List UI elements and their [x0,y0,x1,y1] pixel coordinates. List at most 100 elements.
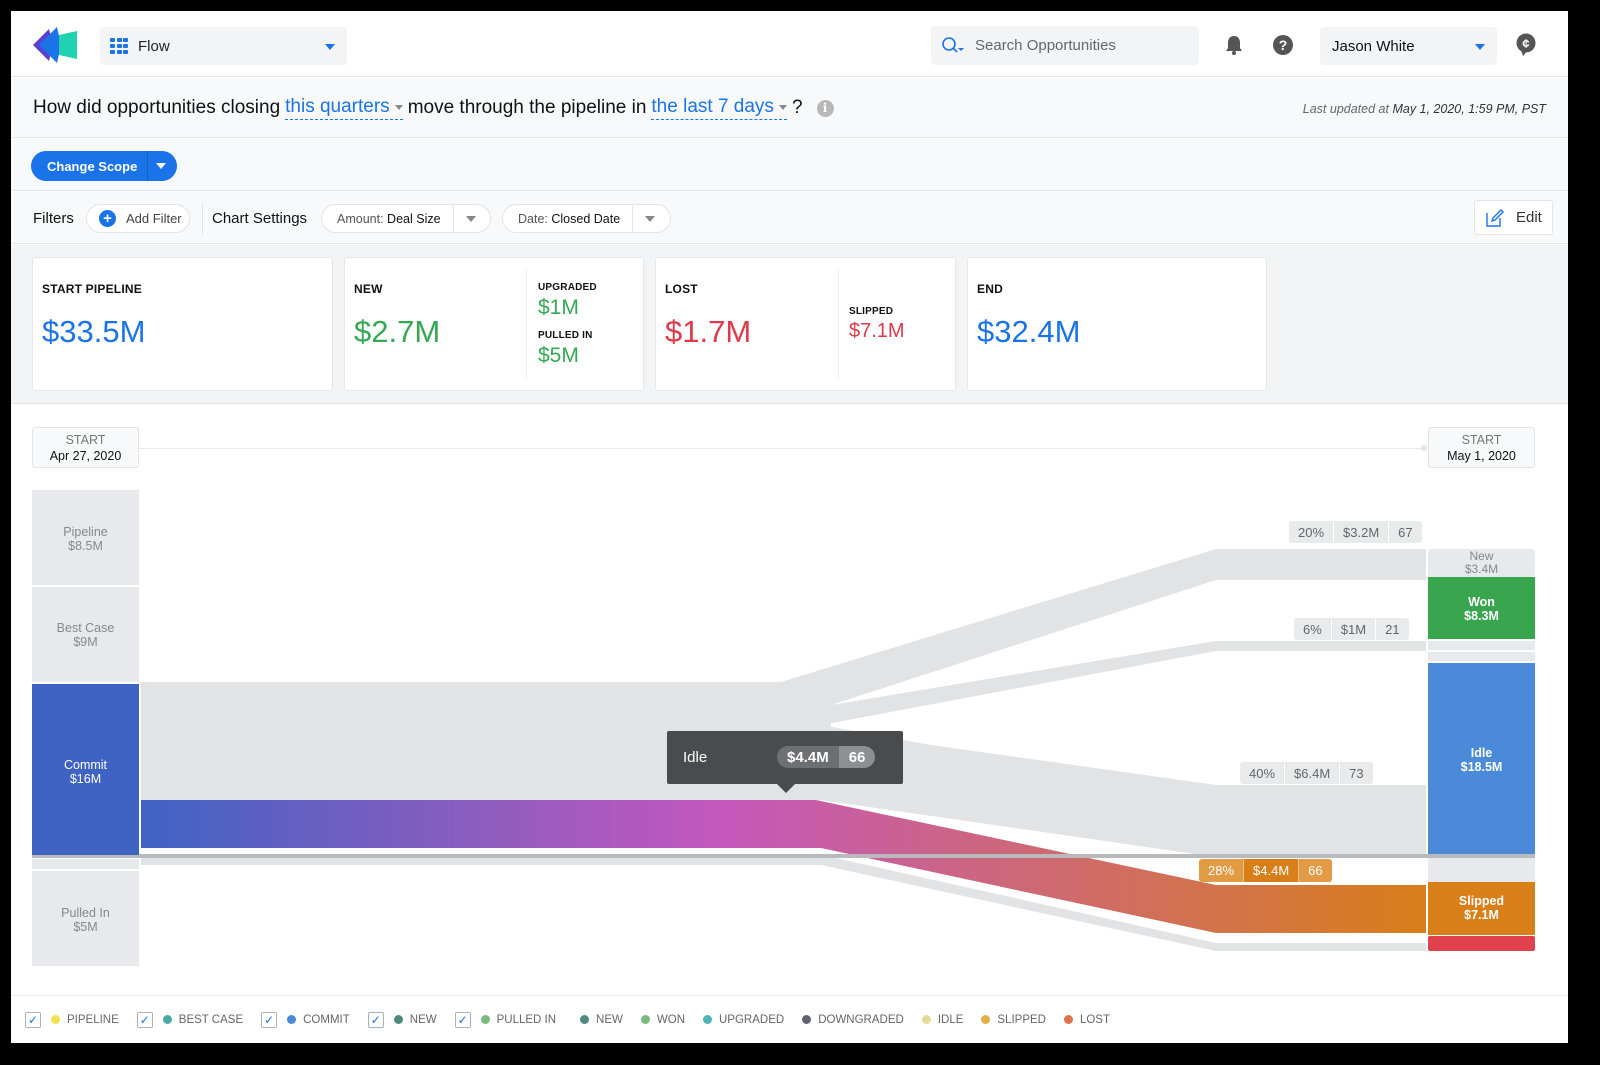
legend-checkbox[interactable]: ✓ [367,1011,384,1028]
card-start-pipeline[interactable]: START PIPELINE $33.5M [32,257,333,391]
legend-item-slipped[interactable]: SLIPPED [981,1014,1046,1026]
notifications-button[interactable] [1222,33,1246,57]
flow-badge-won[interactable]: 6% $1M 21 [1294,618,1409,640]
card-title: LOST [665,282,698,296]
tooltip-count: 66 [838,746,876,768]
divider [526,268,527,380]
card-value: $33.5M [42,314,146,349]
amount-select[interactable]: Amount: Deal Size [321,204,491,233]
card-sub-title: PULLED IN [538,330,593,341]
legend-checkbox[interactable]: ✓ [454,1011,471,1028]
question-sentence: How did opportunities closing this quart… [33,96,834,120]
badge-percent: 28% [1199,859,1245,882]
badge-percent: 6% [1294,618,1332,640]
filters-row: Filters + Add Filter Chart Settings Amou… [11,192,1568,244]
bell-icon [1226,36,1242,55]
legend-checkbox[interactable]: ✓ [25,1011,41,1028]
flow-badge-slipped[interactable]: 28% $4.4M 66 [1199,859,1332,882]
edit-icon [1486,208,1504,227]
legend-dot-icon [480,1015,490,1024]
question-bar: How did opportunities closing this quart… [11,78,1568,138]
last-updated-prefix: Last updated at [1302,102,1389,116]
legend-item-best-case[interactable]: ✓ BEST CASE [136,1011,243,1028]
legend-label: WON [656,1013,685,1026]
legend-item-new[interactable]: ✓ NEW [367,1011,437,1028]
node-slipped-label: Slipped $7.1M [1458,894,1505,922]
flow-badge-idle[interactable]: 40% $6.4M 73 [1240,762,1373,784]
legend-dot-icon [1063,1015,1073,1024]
clari-logo-icon[interactable] [31,25,79,65]
legend-item-commit[interactable]: ✓ COMMIT [261,1011,350,1028]
node-pipeline-label: Pipeline $8.5M [63,525,108,553]
badge-count: 67 [1389,521,1422,543]
legend-item-downgraded[interactable]: DOWNGRADED [802,1014,904,1026]
scope-row: Change Scope [11,139,1568,191]
legend-item-idle[interactable]: IDLE [921,1014,963,1026]
card-value: $1.7M [665,314,752,349]
flow-commit-to-new[interactable] [141,549,1426,705]
top-bar: Flow ? Jason White [11,11,1568,77]
legend-label: SLIPPED [997,1013,1046,1026]
legend-label: NEW [409,1013,437,1026]
grid-icon [110,38,128,54]
filters-label: Filters [33,210,74,227]
node-lost[interactable] [1428,936,1535,951]
legend-dot-icon [802,1015,812,1024]
flow-badge-new[interactable]: 20% $3.2M 67 [1289,521,1422,543]
node-gap-3 [1428,858,1535,882]
range-dropdown-label: the last 7 days [651,96,774,117]
question-middle: move through the pipeline in [407,97,647,118]
amount-key: Amount: [337,211,384,226]
user-menu[interactable]: Jason White [1320,27,1497,65]
help-button[interactable]: ? [1271,33,1295,57]
legend-dot-icon [287,1015,297,1024]
card-new[interactable]: NEW $2.7M UPGRADED $1M PULLED IN $5M [344,257,644,391]
legend-item-upgraded[interactable]: UPGRADED [703,1014,784,1026]
card-lost[interactable]: LOST $1.7M SLIPPED $7.1M [655,257,956,391]
legend-checkbox[interactable]: ✓ [136,1011,153,1028]
legend-item-lost[interactable]: LOST [1063,1013,1111,1026]
range-dropdown[interactable]: the last 7 days [651,96,787,120]
chevron-down-icon [394,104,403,110]
chevron-down-icon[interactable] [156,163,166,169]
badge-count: 66 [1299,859,1332,882]
legend-label: PULLED IN [496,1013,557,1026]
legend-dot-icon [640,1015,650,1024]
badge-amount: $4.4M [1244,859,1300,882]
tooltip-pill: $4.4M 66 [777,746,876,768]
search-box[interactable] [931,26,1199,65]
legend-label: NEW [596,1013,623,1026]
legend-item-new[interactable]: NEW [580,1014,623,1026]
search-input[interactable] [975,37,1175,54]
legend-label: UPGRADED [719,1013,785,1026]
node-commit-gap [32,859,139,869]
card-sub-title: SLIPPED [849,306,894,317]
currency-button[interactable]: ¢ [1514,33,1538,57]
legend-item-pipeline[interactable]: ✓ PIPELINE [25,1011,119,1028]
edit-button[interactable]: Edit [1474,200,1553,235]
edit-label: Edit [1516,209,1542,226]
legend-checkbox[interactable]: ✓ [261,1011,278,1028]
add-filter-button[interactable]: + Add Filter [86,204,190,233]
legend-label: LOST [1079,1013,1111,1026]
help-icon: ? [1273,35,1293,55]
card-sub-title: UPGRADED [538,282,597,293]
add-filter-label: Add Filter [126,211,182,226]
question-prefix: How did opportunities closing [33,97,281,118]
app-selector[interactable]: Flow [100,27,347,65]
card-sub-value: $1M [538,296,579,319]
info-icon[interactable]: i [816,99,834,117]
card-end[interactable]: END $32.4M [967,257,1267,391]
legend-item-pulled-in[interactable]: ✓ PULLED IN [454,1011,557,1028]
legend-item-won[interactable]: WON [640,1013,685,1026]
node-best-case-label: Best Case $9M [56,621,115,649]
change-scope-button[interactable]: Change Scope [31,151,177,181]
legend-dot-icon [921,1015,931,1024]
badge-amount: $3.2M [1334,521,1390,543]
card-title: NEW [354,282,383,296]
change-scope-label: Change Scope [47,158,138,174]
date-select[interactable]: Date: Closed Date [502,204,671,233]
tooltip-amount: $4.4M [777,746,839,768]
period-dropdown[interactable]: this quarters [285,96,403,120]
legend-dot-icon [393,1015,403,1024]
